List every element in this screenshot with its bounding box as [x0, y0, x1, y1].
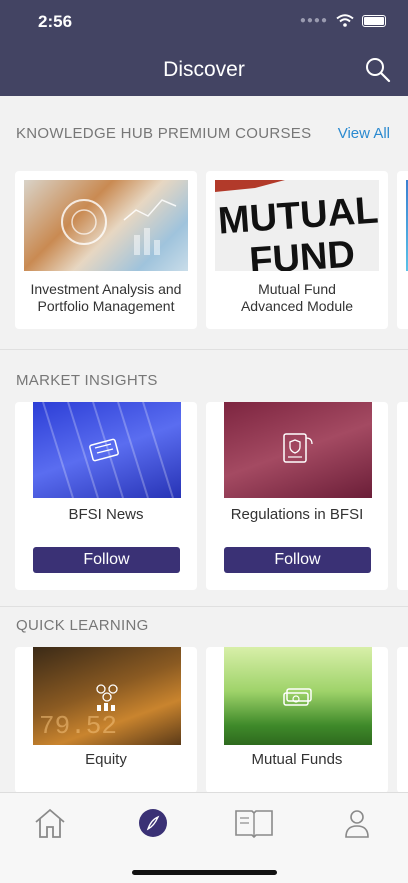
- page-title: Discover: [163, 58, 245, 81]
- learning-image: 79.52: [33, 647, 181, 745]
- insight-title: BFSI News: [68, 506, 144, 523]
- newspaper-icon: [89, 438, 119, 462]
- learning-image: [224, 647, 372, 745]
- course-card-investment[interactable]: Investment Analysis and Portfolio Manage…: [15, 171, 197, 329]
- compass-icon: [139, 809, 167, 837]
- quick-section-header: QUICK LEARNING: [16, 617, 390, 634]
- insight-card-bfsi-news[interactable]: BFSI News Follow: [15, 402, 197, 590]
- tab-library[interactable]: [234, 803, 274, 843]
- insight-card-partial[interactable]: [397, 402, 408, 590]
- battery-icon: [362, 14, 386, 27]
- certificate-icon: [283, 433, 313, 463]
- course-card-partial[interactable]: [397, 171, 408, 329]
- learning-card-equity[interactable]: 79.52 Equity: [15, 647, 197, 793]
- course-card-mutual-fund[interactable]: MUTUAL FUND Mutual Fund Advanced Module: [206, 171, 388, 329]
- status-icons: ●●●●: [300, 14, 386, 27]
- home-icon: [35, 808, 65, 838]
- course-title: Mutual Fund Advanced Module: [240, 281, 354, 314]
- svg-text:79.52: 79.52: [39, 711, 117, 741]
- section-title: MARKET INSIGHTS: [16, 372, 158, 389]
- home-indicator: [132, 870, 277, 875]
- premium-section-header: KNOWLEDGE HUB PREMIUM COURSES View All: [16, 125, 390, 142]
- learning-title: Mutual Funds: [251, 751, 343, 768]
- profile-icon: [345, 810, 369, 838]
- insight-image: [224, 402, 372, 498]
- learning-card-mutual-funds[interactable]: Mutual Funds: [206, 647, 388, 793]
- course-image: MUTUAL FUND: [215, 180, 379, 271]
- svg-text:FUND: FUND: [248, 233, 356, 271]
- tab-home[interactable]: [30, 803, 70, 843]
- tab-discover[interactable]: [133, 803, 173, 843]
- section-divider: [0, 349, 408, 350]
- market-section-header: MARKET INSIGHTS: [16, 372, 390, 389]
- header-bar: 2:56 ●●●● Discover: [0, 0, 408, 96]
- learning-card-partial[interactable]: [397, 647, 408, 793]
- tab-profile[interactable]: [337, 803, 377, 843]
- search-icon[interactable]: [364, 56, 392, 84]
- section-divider: [0, 606, 408, 607]
- wifi-icon: [336, 14, 354, 27]
- insight-title: Regulations in BFSI: [230, 506, 364, 523]
- learning-title: Equity: [85, 751, 127, 768]
- view-all-link[interactable]: View All: [338, 125, 390, 142]
- follow-button[interactable]: Follow: [224, 547, 371, 573]
- insight-image: [33, 402, 181, 498]
- course-image: [24, 180, 188, 271]
- section-title: QUICK LEARNING: [16, 617, 149, 634]
- book-icon: [235, 810, 273, 838]
- coins-chart-icon: [96, 684, 118, 711]
- status-time: 2:56: [38, 12, 73, 31]
- course-title: Investment Analysis and Portfolio Manage…: [30, 281, 182, 314]
- insight-card-regulations[interactable]: Regulations in BFSI Follow: [206, 402, 388, 590]
- svg-text:MUTUAL: MUTUAL: [217, 189, 379, 242]
- follow-button[interactable]: Follow: [33, 547, 180, 573]
- money-stack-icon: [283, 688, 312, 706]
- signal-icon: ●●●●: [299, 15, 328, 26]
- section-title: KNOWLEDGE HUB PREMIUM COURSES: [16, 125, 312, 142]
